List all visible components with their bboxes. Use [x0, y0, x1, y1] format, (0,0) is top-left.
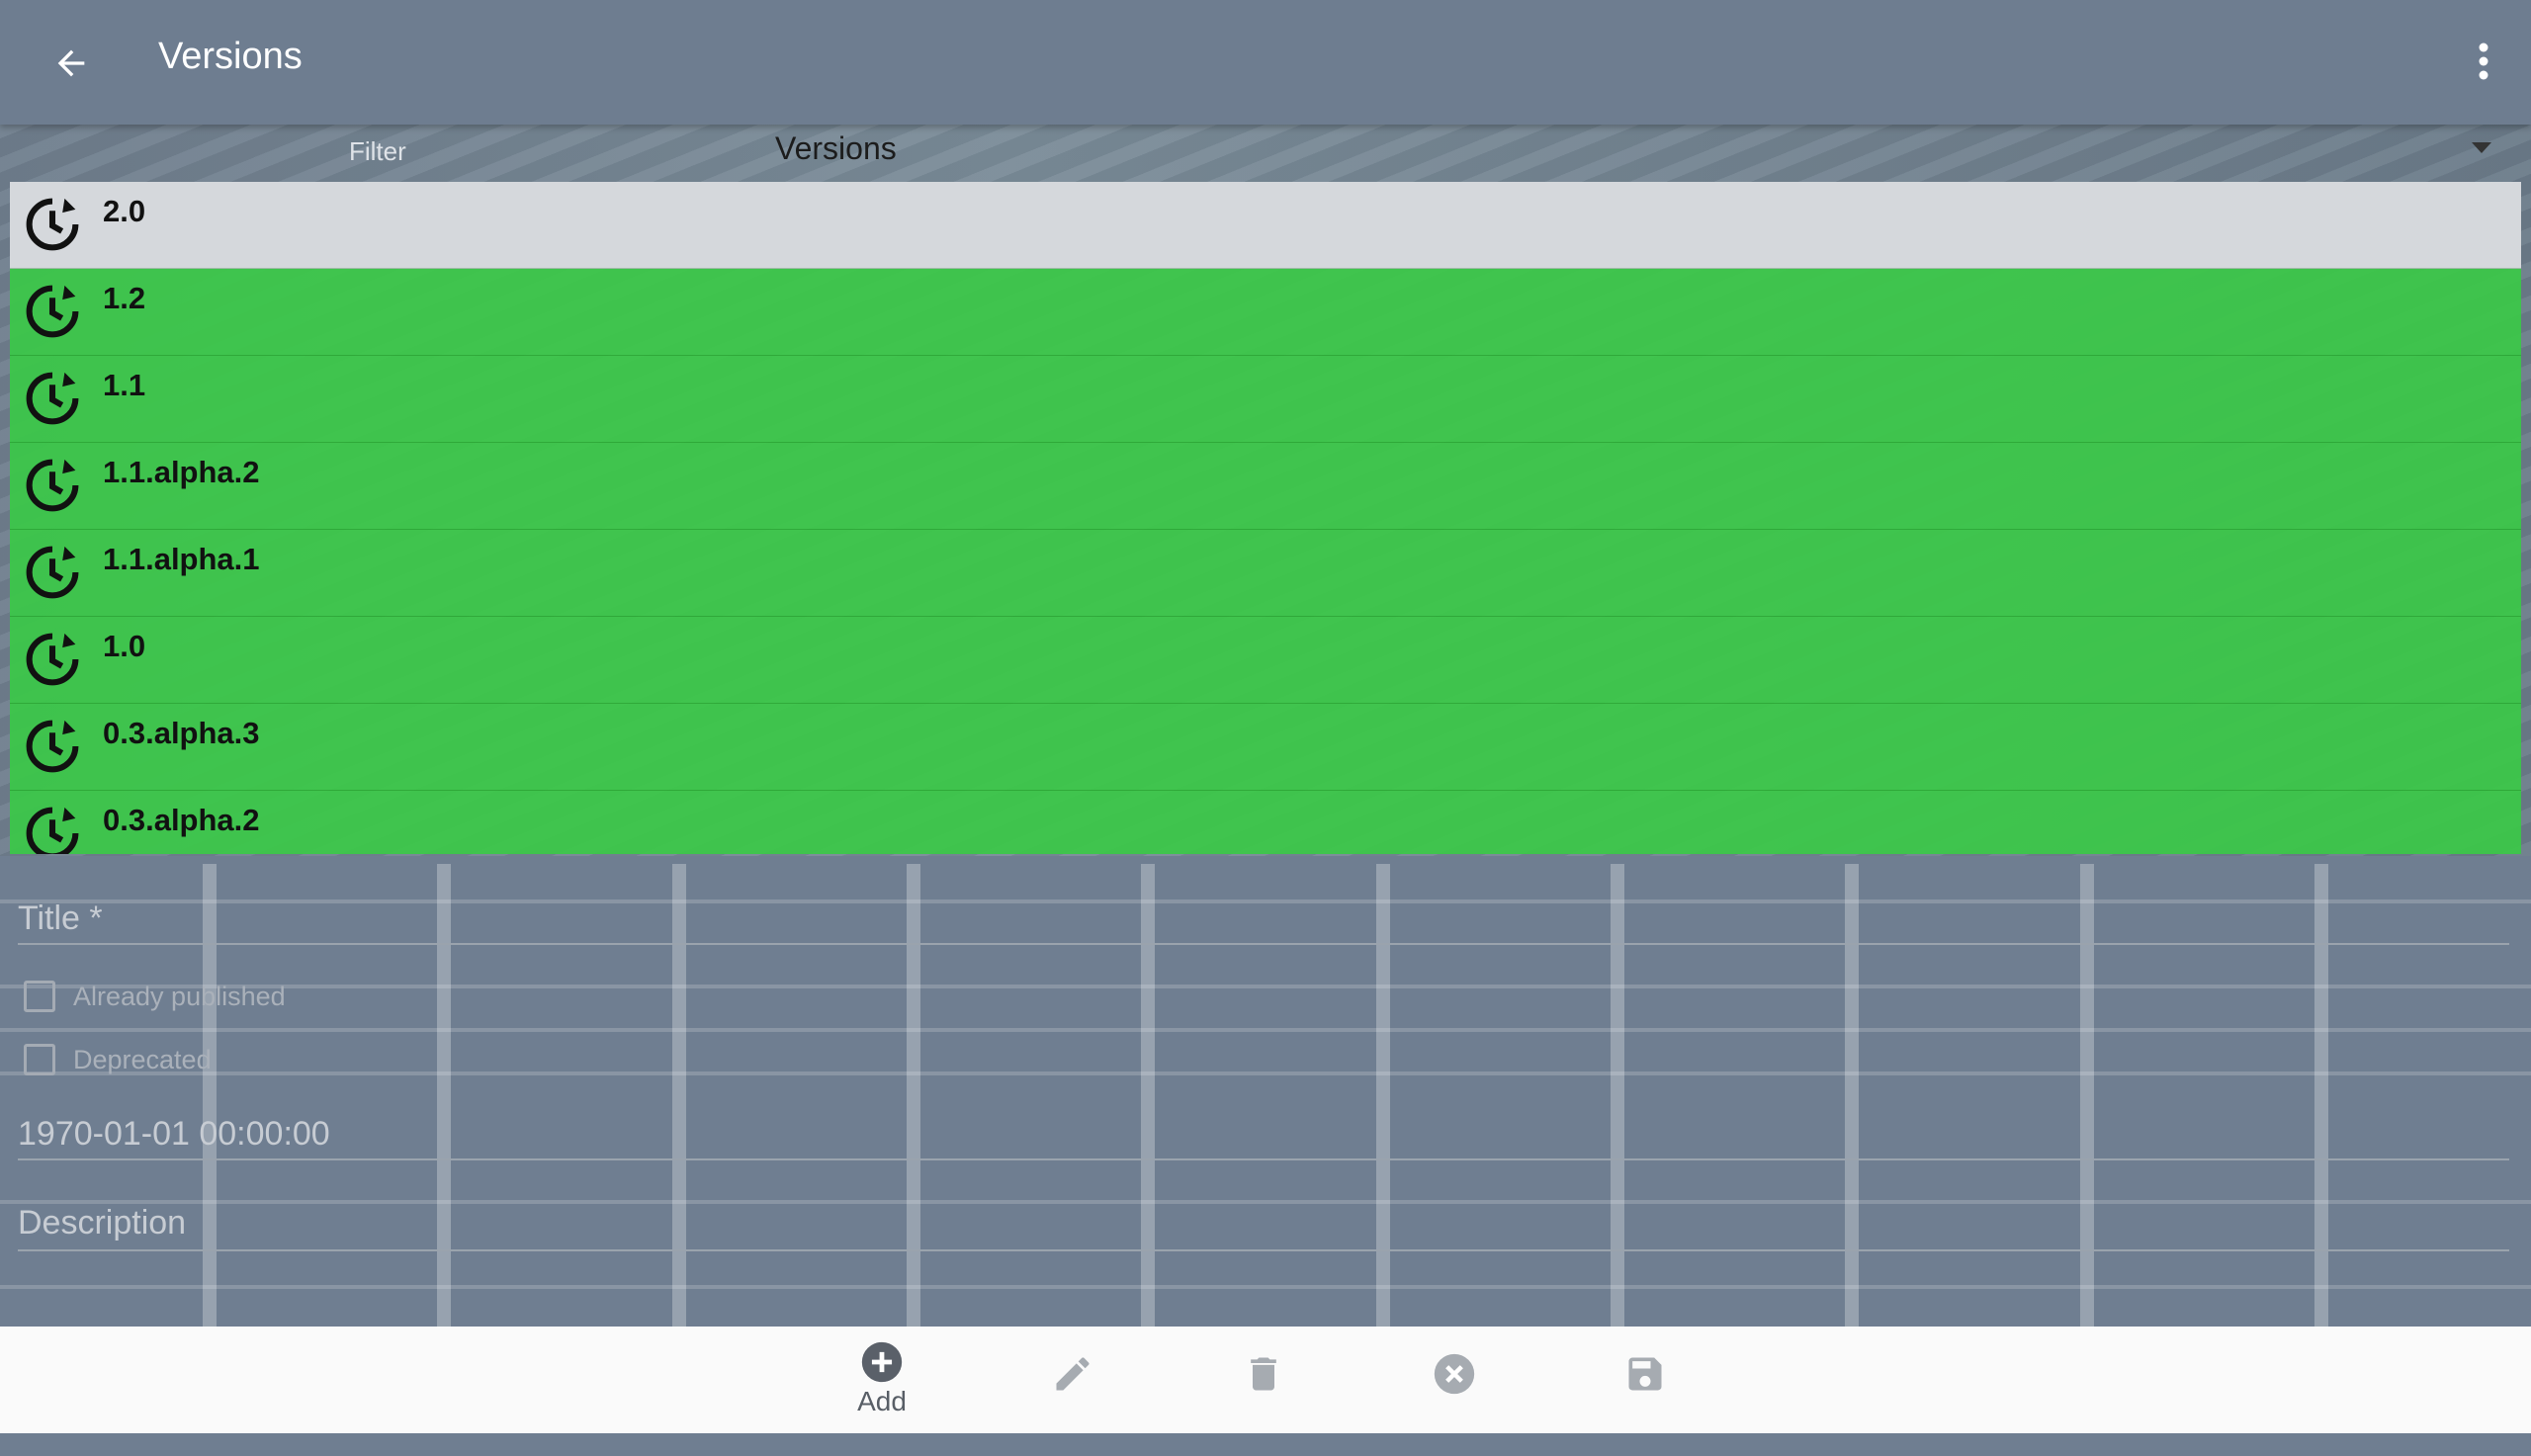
trash-icon	[1251, 1357, 1276, 1391]
version-label: 2.0	[103, 194, 146, 228]
app-bar: Versions	[0, 0, 2531, 125]
history-icon	[26, 285, 79, 338]
history-icon	[26, 198, 79, 251]
grid-line	[0, 1285, 2531, 1289]
list-item[interactable]: 1.1.alpha.1	[10, 530, 2521, 617]
already-published-checkbox[interactable]	[24, 981, 55, 1012]
filter-select[interactable]: Versions	[775, 130, 897, 167]
date-underline	[18, 1158, 2509, 1160]
edit-button[interactable]	[1033, 1352, 1112, 1431]
history-icon	[26, 720, 79, 773]
grid-line	[0, 1028, 2531, 1032]
history-icon	[26, 372, 79, 425]
save-button[interactable]	[1606, 1352, 1685, 1431]
pencil-icon	[1056, 1357, 1090, 1391]
date-field[interactable]: 1970-01-01 00:00:00	[18, 1115, 2509, 1164]
title-field[interactable]: Title *	[18, 899, 2509, 949]
history-icon	[26, 633, 79, 686]
version-label: 1.0	[103, 629, 146, 663]
save-icon	[1628, 1357, 1662, 1391]
overflow-menu-button[interactable]	[2464, 32, 2503, 91]
description-field[interactable]: Description	[18, 1204, 2509, 1253]
deprecated-checkbox[interactable]	[24, 1044, 55, 1075]
delete-button[interactable]	[1224, 1352, 1303, 1431]
add-circle-icon	[861, 1341, 903, 1383]
grid-line	[0, 1071, 2531, 1075]
version-label: 1.1.alpha.2	[103, 455, 260, 489]
list-item[interactable]: 2.0	[10, 182, 2521, 269]
arrow-back-icon	[57, 49, 85, 77]
back-button[interactable]	[45, 38, 97, 89]
add-label: Add	[857, 1386, 907, 1416]
versions-list[interactable]: 2.0 1.2 1.1 1.1.alpha.2 1.1.alpha.1 1.0 …	[10, 182, 2521, 854]
date-value: 1970-01-01 00:00:00	[18, 1115, 330, 1153]
version-label: 1.2	[103, 281, 146, 315]
history-icon	[26, 807, 79, 854]
add-button[interactable]: Add	[842, 1340, 921, 1419]
list-item[interactable]: 1.0	[10, 617, 2521, 704]
title-placeholder: Title *	[18, 899, 103, 937]
grid-line	[0, 985, 2531, 988]
list-item[interactable]: 1.2	[10, 269, 2521, 356]
list-item[interactable]: 0.3.alpha.2	[10, 791, 2521, 854]
more-vert-icon	[2479, 43, 2488, 80]
version-label: 1.1.alpha.1	[103, 542, 260, 576]
title-underline	[18, 943, 2509, 945]
list-item[interactable]: 1.1.alpha.2	[10, 443, 2521, 530]
version-label: 1.1	[103, 368, 146, 402]
page-title: Versions	[158, 36, 303, 77]
history-icon	[26, 459, 79, 512]
version-label: 0.3.alpha.2	[103, 803, 260, 837]
filter-label: Filter	[349, 136, 406, 166]
version-label: 0.3.alpha.3	[103, 716, 260, 750]
description-underline	[18, 1249, 2509, 1251]
cancel-button[interactable]	[1415, 1352, 1494, 1431]
history-icon	[26, 546, 79, 599]
list-item[interactable]: 1.1	[10, 356, 2521, 443]
already-published-label: Already published	[73, 982, 286, 1011]
list-item[interactable]: 0.3.alpha.3	[10, 704, 2521, 791]
close-circle-icon	[1434, 1353, 1475, 1395]
deprecated-label: Deprecated	[73, 1045, 212, 1074]
dropdown-arrow-icon[interactable]	[2472, 142, 2491, 153]
description-placeholder: Description	[18, 1204, 187, 1242]
bottom-action-bar: Add	[0, 1327, 2531, 1433]
